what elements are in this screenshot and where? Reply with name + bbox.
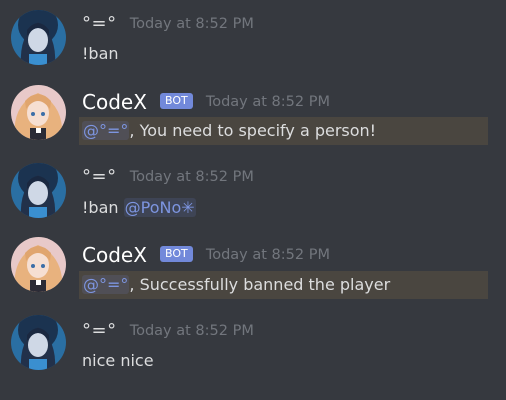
bot-tag: BOT <box>160 246 193 262</box>
username[interactable]: °=° <box>82 320 117 341</box>
mention[interactable]: @°=° <box>82 275 130 294</box>
timestamp: Today at 8:52 PM <box>129 168 254 185</box>
user-avatar[interactable] <box>11 163 66 218</box>
bot-avatar[interactable] <box>11 237 66 292</box>
message-text: , You need to specify a person! <box>129 121 377 140</box>
message-content: @°=°, You need to specify a person! <box>79 117 488 145</box>
chat-messages: °=° Today at 8:52 PM !ban CodeX BOT Toda… <box>0 0 506 400</box>
username[interactable]: °=° <box>82 166 117 187</box>
message-text: !ban <box>82 198 124 217</box>
message-content: !ban <box>82 44 119 63</box>
timestamp: Today at 8:52 PM <box>205 247 330 263</box>
mention[interactable]: @PoNo✳ <box>123 198 196 217</box>
mention[interactable]: @°=° <box>82 121 130 140</box>
message-content: !ban @PoNo✳ <box>82 197 196 219</box>
username[interactable]: CodeX <box>82 90 147 114</box>
message-content: nice nice <box>82 351 154 370</box>
user-avatar[interactable] <box>11 10 66 65</box>
user-avatar[interactable] <box>11 315 66 370</box>
message-content: @°=°, Successfully banned the player <box>79 271 488 299</box>
username[interactable]: CodeX <box>82 243 147 267</box>
timestamp: Today at 8:52 PM <box>129 15 254 32</box>
timestamp: Today at 8:52 PM <box>129 322 254 339</box>
message-text: , Successfully banned the player <box>129 275 391 294</box>
bot-avatar[interactable] <box>11 85 66 140</box>
bot-tag: BOT <box>160 93 193 109</box>
username[interactable]: °=° <box>82 13 117 34</box>
timestamp: Today at 8:52 PM <box>205 94 330 110</box>
